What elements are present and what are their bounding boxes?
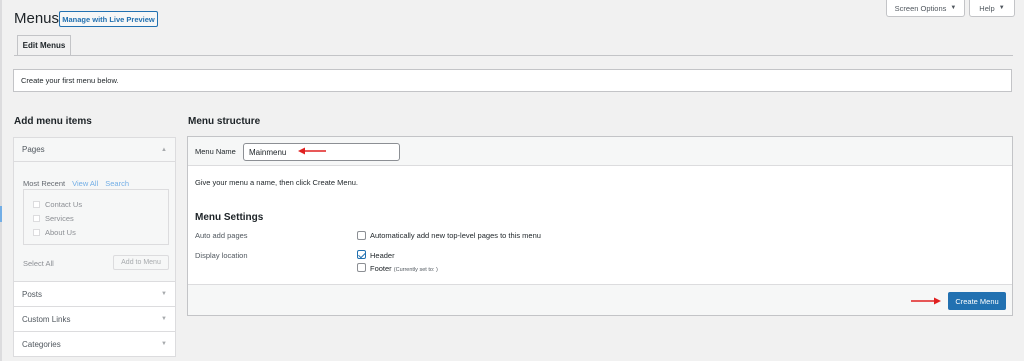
pages-list: Contact Us Services About Us — [23, 189, 169, 245]
footer-location-label: Footer — [370, 264, 392, 273]
tab-view-all[interactable]: View All — [72, 179, 98, 188]
live-preview-button[interactable]: Manage with Live Preview — [59, 11, 158, 27]
tab-edit-menus[interactable]: Edit Menus — [17, 35, 71, 55]
select-all-link[interactable]: Select All — [23, 259, 54, 268]
footer-location-checkbox[interactable] — [357, 263, 366, 272]
add-to-menu-button[interactable]: Add to Menu — [113, 255, 169, 270]
notice-text: Create your first menu below. — [21, 76, 119, 85]
create-menu-button[interactable]: Create Menu — [948, 292, 1006, 310]
menu-name-label: Menu Name — [195, 147, 236, 156]
chevron-down-icon: ▼ — [161, 291, 167, 297]
menu-structure-panel: Menu Name Give your menu a name, then cl… — [187, 136, 1013, 316]
pages-accordion-header[interactable]: Pages ▲ — [14, 138, 175, 162]
list-item[interactable]: Contact Us — [33, 200, 82, 209]
menu-footer-row: Create Menu — [188, 284, 1012, 315]
page-label: Contact Us — [45, 200, 83, 209]
posts-label: Posts — [22, 289, 43, 299]
caret-down-icon: ▼ — [998, 5, 1005, 11]
annotation-arrow-create-icon — [911, 297, 941, 305]
custom-links-accordion-header[interactable]: Custom Links ▼ — [14, 307, 175, 331]
footer-location-note: (Currently set to: ) — [393, 267, 438, 273]
list-item[interactable]: About Us — [33, 228, 76, 237]
categories-accordion[interactable]: Categories ▼ — [13, 332, 176, 357]
custom-links-accordion[interactable]: Custom Links ▼ — [13, 307, 176, 332]
admin-sidebar-edge — [0, 0, 2, 361]
list-item[interactable]: Services — [33, 214, 74, 223]
screen-options-button[interactable]: Screen Options ▼ — [886, 0, 965, 17]
annotation-arrow-name-icon — [298, 147, 326, 155]
page-label: About Us — [45, 228, 76, 237]
posts-accordion-header[interactable]: Posts ▼ — [14, 282, 175, 306]
caret-down-icon: ▼ — [950, 5, 957, 11]
categories-accordion-header[interactable]: Categories ▼ — [14, 332, 175, 356]
notice-box: Create your first menu below. — [13, 69, 1012, 92]
pages-accordion: Pages ▲ Most Recent View All Search Cont… — [13, 137, 176, 282]
tab-divider — [14, 55, 1013, 56]
chevron-down-icon: ▼ — [161, 316, 167, 322]
tab-search[interactable]: Search — [105, 179, 129, 188]
auto-add-option-label: Automatically add new top-level pages to… — [370, 231, 541, 240]
page-label: Services — [45, 214, 74, 223]
page-title: Menus — [14, 10, 60, 27]
sidebar-active-marker — [0, 206, 2, 222]
page-checkbox[interactable] — [33, 229, 40, 236]
tab-most-recent[interactable]: Most Recent — [23, 179, 65, 188]
menu-settings-title: Menu Settings — [195, 212, 264, 223]
chevron-down-icon: ▼ — [161, 341, 167, 347]
page-checkbox[interactable] — [33, 215, 40, 222]
menu-structure-title: Menu structure — [188, 116, 261, 127]
screen-options-label: Screen Options — [894, 3, 947, 13]
header-location-label: Header — [370, 251, 395, 260]
categories-label: Categories — [22, 339, 61, 349]
help-label: Help — [979, 3, 995, 13]
posts-accordion[interactable]: Posts ▼ — [13, 282, 176, 307]
page-checkbox[interactable] — [33, 201, 40, 208]
auto-add-checkbox[interactable] — [357, 231, 366, 240]
auto-add-label: Auto add pages — [195, 231, 248, 240]
help-button[interactable]: Help ▼ — [969, 0, 1015, 17]
pages-tabs: Most Recent View All Search — [23, 179, 129, 188]
footer-location-option: Footer (Currently set to: ) — [370, 264, 438, 273]
header-location-checkbox[interactable] — [357, 250, 366, 259]
menu-hint-text: Give your menu a name, then click Create… — [195, 178, 358, 187]
custom-links-label: Custom Links — [22, 314, 71, 324]
display-location-label: Display location — [195, 251, 248, 260]
chevron-up-icon: ▲ — [161, 146, 167, 153]
add-menu-items-title: Add menu items — [14, 116, 92, 127]
pages-label: Pages — [22, 145, 45, 154]
